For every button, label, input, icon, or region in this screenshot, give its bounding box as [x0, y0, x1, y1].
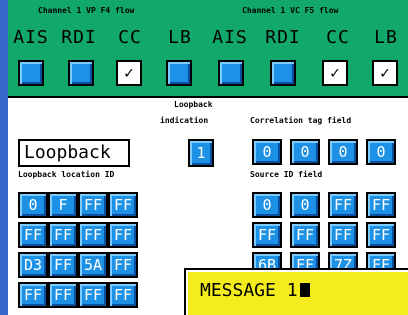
correlation-tag-label: Correlation tag field [250, 116, 352, 125]
source-id-cell[interactable]: FF [290, 222, 320, 248]
location-cell[interactable]: D3 [18, 252, 48, 278]
location-cell[interactable]: FF [18, 282, 48, 308]
oam-panel: Channel 1 VP F4 flow Channel 1 VC F5 flo… [8, 0, 408, 315]
label-vp-ais: AIS [13, 27, 49, 48]
check-icon: ✓ [324, 62, 346, 84]
loopback-indication-label-2: indication [160, 116, 209, 125]
correlation-cell[interactable]: 0 [252, 139, 282, 165]
source-id-cell[interactable]: FF [328, 192, 358, 218]
location-cell[interactable]: FF [108, 282, 138, 308]
source-id-label: Source ID field [250, 170, 323, 179]
location-cell[interactable]: FF [48, 222, 78, 248]
checkbox-vp-rdi[interactable] [68, 60, 94, 86]
source-id-cell[interactable]: FF [366, 222, 396, 248]
label-vc-rdi: RDI [265, 27, 301, 48]
check-icon: ✓ [374, 62, 396, 84]
label-vp-cc: CC [118, 27, 142, 48]
vp-flow-title: Channel 1 VP F4 flow [38, 6, 135, 15]
text-cursor [299, 283, 310, 297]
location-cell[interactable]: FF [108, 192, 138, 218]
label-vp-rdi: RDI [61, 27, 97, 48]
checkbox-vc-lb[interactable]: ✓ [372, 60, 398, 86]
source-id-cell[interactable]: 0 [290, 192, 320, 218]
location-cell[interactable]: FF [78, 222, 108, 248]
location-cell[interactable]: FF [18, 222, 48, 248]
source-id-cell[interactable]: FF [328, 222, 358, 248]
correlation-cell[interactable]: 0 [366, 139, 396, 165]
checkbox-vc-cc[interactable]: ✓ [322, 60, 348, 86]
loopback-indication-value[interactable]: 1 [188, 139, 214, 167]
root: Channel 1 VP F4 flow Channel 1 VC F5 flo… [0, 0, 408, 315]
message-text: MESSAGE 1 [200, 280, 310, 301]
location-cell[interactable]: FF [48, 252, 78, 278]
message-box: MESSAGE 1 [184, 268, 408, 315]
correlation-cell[interactable]: 0 [290, 139, 320, 165]
loopback-field[interactable]: Loopback [18, 139, 130, 167]
checkbox-vp-lb[interactable] [166, 60, 192, 86]
checkbox-vc-ais[interactable] [218, 60, 244, 86]
checkbox-vp-ais[interactable] [18, 60, 44, 86]
location-cell[interactable]: FF [108, 252, 138, 278]
label-vc-ais: AIS [212, 27, 248, 48]
correlation-cell[interactable]: 0 [328, 139, 358, 165]
label-vp-lb: LB [168, 27, 192, 48]
message-label: MESSAGE 1 [200, 280, 298, 301]
location-cell[interactable]: FF [78, 192, 108, 218]
source-id-cell[interactable]: 0 [252, 192, 282, 218]
location-cell[interactable]: FF [78, 282, 108, 308]
label-vc-cc: CC [326, 27, 350, 48]
location-cell[interactable]: 0 [18, 192, 48, 218]
location-cell[interactable]: F [48, 192, 78, 218]
location-cell[interactable]: FF [48, 282, 78, 308]
label-vc-lb: LB [374, 27, 398, 48]
vc-flow-title: Channel 1 VC F5 flow [242, 6, 339, 15]
flow-header: Channel 1 VP F4 flow Channel 1 VC F5 flo… [8, 0, 408, 98]
location-cell[interactable]: 5A [78, 252, 108, 278]
checkbox-vp-cc[interactable]: ✓ [116, 60, 142, 86]
loopback-location-label: Loopback location ID [18, 170, 115, 179]
source-id-cell[interactable]: FF [252, 222, 282, 248]
loopback-indication-label-1: Loopback [174, 100, 213, 109]
checkbox-vc-rdi[interactable] [270, 60, 296, 86]
check-icon: ✓ [118, 62, 140, 84]
location-cell[interactable]: FF [108, 222, 138, 248]
source-id-cell[interactable]: FF [366, 192, 396, 218]
